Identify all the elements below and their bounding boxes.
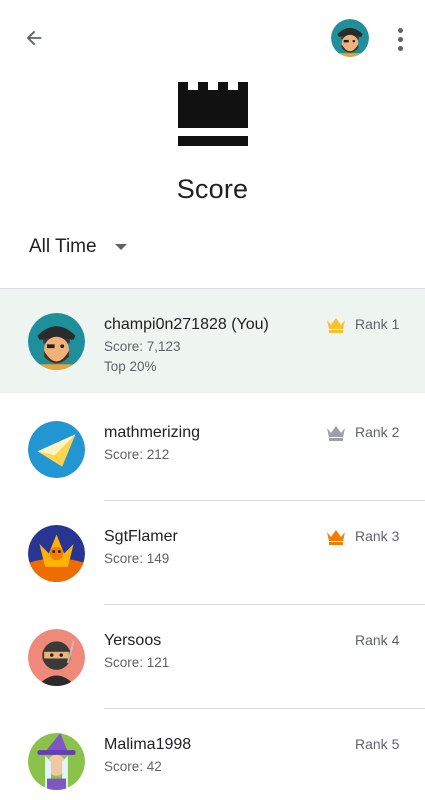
- player-rank: Rank 1: [355, 316, 400, 332]
- player-rank: Rank 3: [355, 528, 400, 544]
- player-score: Score: 121: [104, 655, 170, 670]
- phoenix-avatar-icon: [28, 525, 85, 582]
- leaderboard-row[interactable]: Yersoos Score: 121 Rank 4: [0, 605, 425, 709]
- player-rank: Rank 4: [355, 632, 400, 648]
- more-options-button[interactable]: [388, 24, 412, 54]
- player-score: Score: 7,123: [104, 339, 181, 354]
- player-percentile: Top 20%: [104, 359, 157, 374]
- pirate-avatar-icon: [28, 313, 85, 370]
- player-score: Score: 212: [104, 447, 170, 462]
- player-rank: Rank 5: [355, 736, 400, 752]
- time-filter-dropdown[interactable]: All Time: [29, 233, 127, 261]
- paper-plane-avatar-icon: [28, 421, 85, 478]
- back-button[interactable]: [18, 22, 50, 54]
- player-name: mathmerizing: [104, 424, 201, 441]
- leaderboard-row[interactable]: champi0n271828 (You) Score: 7,123 Top 20…: [0, 289, 425, 393]
- crown-icon: [178, 82, 248, 146]
- gold-crown-icon: [327, 318, 345, 333]
- leaderboard-row[interactable]: mathmerizing Score: 212 Rank 2: [0, 397, 425, 501]
- player-name: SgtFlamer: [104, 528, 178, 545]
- player-name: champi0n271828 (You): [104, 316, 269, 333]
- page-title: Score: [176, 174, 249, 204]
- arrow-back-icon: [26, 30, 42, 46]
- player-name: Malima1998: [104, 736, 192, 753]
- pirate-avatar-icon: [331, 19, 369, 57]
- more-vert-icon: [397, 27, 403, 33]
- leaderboard-row[interactable]: SgtFlamer Score: 149 Rank 3: [0, 501, 425, 605]
- player-score: Score: 42: [104, 759, 162, 774]
- profile-avatar-button[interactable]: [331, 19, 369, 57]
- ninja-avatar-icon: [28, 629, 85, 686]
- bronze-crown-icon: [327, 530, 345, 545]
- leaderboard-row[interactable]: Malima1998 Score: 42 Rank 5: [0, 709, 425, 800]
- player-rank: Rank 2: [355, 424, 400, 440]
- player-score: Score: 149: [104, 551, 170, 566]
- witch-avatar-icon: [28, 733, 85, 790]
- silver-crown-icon: [327, 426, 345, 441]
- dropdown-caret-icon: [114, 244, 127, 250]
- player-name: Yersoos: [104, 632, 162, 649]
- time-filter-label: All Time: [29, 236, 97, 257]
- top-app-bar: [0, 0, 425, 76]
